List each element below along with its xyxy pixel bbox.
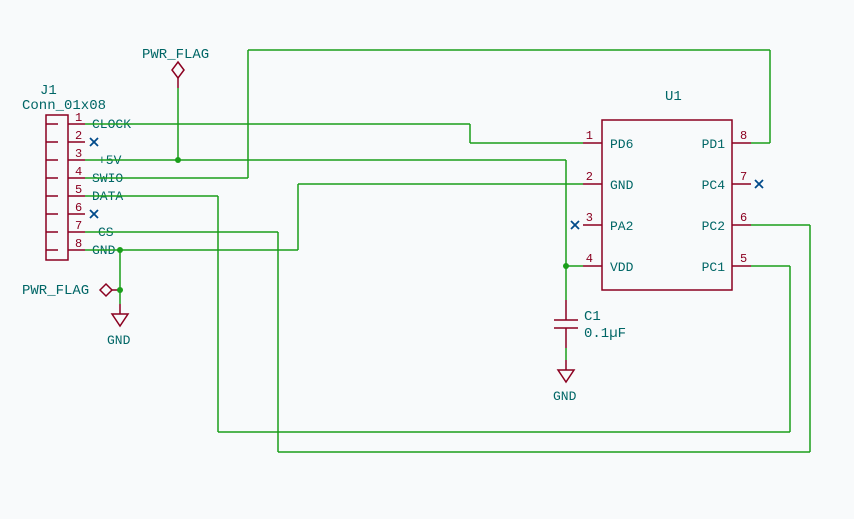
svg-text:6: 6 bbox=[75, 201, 82, 215]
svg-text:PD1: PD1 bbox=[702, 137, 726, 152]
j1-body bbox=[46, 115, 68, 260]
pwr-flag-left: PWR_FLAG bbox=[22, 283, 120, 299]
svg-text:GND: GND bbox=[553, 389, 577, 404]
j1-pin-1: 1 CLOCK bbox=[46, 111, 131, 132]
u1-ref: U1 bbox=[665, 89, 682, 105]
svg-text:PA2: PA2 bbox=[610, 219, 633, 234]
nc-icon bbox=[571, 221, 579, 229]
nc-icon bbox=[755, 180, 763, 188]
u1-pin-2: 2 GND bbox=[583, 170, 634, 193]
svg-text:2: 2 bbox=[586, 170, 593, 184]
svg-text:3: 3 bbox=[75, 147, 82, 161]
svg-text:GND: GND bbox=[107, 333, 131, 348]
j1-ref: J1 bbox=[40, 83, 57, 99]
pwr-flag-top: PWR_FLAG bbox=[142, 47, 209, 88]
nc-icon bbox=[90, 138, 98, 146]
gnd-cap: GND bbox=[553, 360, 577, 404]
j1-pin-8: 8 GND bbox=[46, 237, 116, 258]
svg-text:GND: GND bbox=[610, 178, 634, 193]
svg-text:PD6: PD6 bbox=[610, 137, 633, 152]
u1-pin-8: 8 PD1 bbox=[702, 129, 751, 152]
svg-text:1: 1 bbox=[75, 111, 82, 125]
c1-ref: C1 bbox=[584, 309, 601, 325]
svg-text:5: 5 bbox=[740, 252, 747, 266]
u1-pin-1: 1 PD6 bbox=[583, 129, 633, 152]
ic-u1: U1 1 PD6 2 GND 3 PA2 4 VDD bbox=[571, 89, 763, 290]
j1-pin-2: 2 bbox=[46, 129, 98, 146]
u1-pin-4: 4 VDD bbox=[583, 252, 634, 275]
svg-text:PC2: PC2 bbox=[702, 219, 725, 234]
nc-icon bbox=[90, 210, 98, 218]
svg-text:2: 2 bbox=[75, 129, 82, 143]
u1-pin-5: 5 PC1 bbox=[702, 252, 751, 275]
c1-value: 0.1µF bbox=[584, 326, 626, 342]
j1-pin-4: 4 SWIO bbox=[46, 165, 123, 186]
u1-pin-6: 6 PC2 bbox=[702, 211, 751, 234]
j1-pin-3: 3 +5V bbox=[46, 147, 122, 168]
svg-text:1: 1 bbox=[586, 129, 593, 143]
j1-value: Conn_01x08 bbox=[22, 98, 106, 114]
svg-text:8: 8 bbox=[75, 237, 82, 251]
svg-text:PC1: PC1 bbox=[702, 260, 726, 275]
svg-text:4: 4 bbox=[586, 252, 593, 266]
svg-text:7: 7 bbox=[740, 170, 747, 184]
j1-pin-6: 6 bbox=[46, 201, 98, 218]
gnd-left: GND bbox=[107, 304, 131, 348]
svg-text:6: 6 bbox=[740, 211, 747, 225]
cap-c1: C1 0.1µF bbox=[554, 300, 626, 348]
j1-pin-5: 5 DATA bbox=[46, 183, 123, 204]
connector-j1: J1 Conn_01x08 1 CLOCK 2 3 +5V bbox=[22, 83, 131, 260]
svg-text:4: 4 bbox=[75, 165, 82, 179]
svg-text:8: 8 bbox=[740, 129, 747, 143]
svg-text:7: 7 bbox=[75, 219, 82, 233]
svg-text:PWR_FLAG: PWR_FLAG bbox=[142, 47, 209, 63]
wires bbox=[85, 50, 810, 452]
svg-text:VDD: VDD bbox=[610, 260, 634, 275]
svg-text:3: 3 bbox=[586, 211, 593, 225]
svg-text:PC4: PC4 bbox=[702, 178, 726, 193]
svg-text:5: 5 bbox=[75, 183, 82, 197]
svg-text:PWR_FLAG: PWR_FLAG bbox=[22, 283, 89, 299]
